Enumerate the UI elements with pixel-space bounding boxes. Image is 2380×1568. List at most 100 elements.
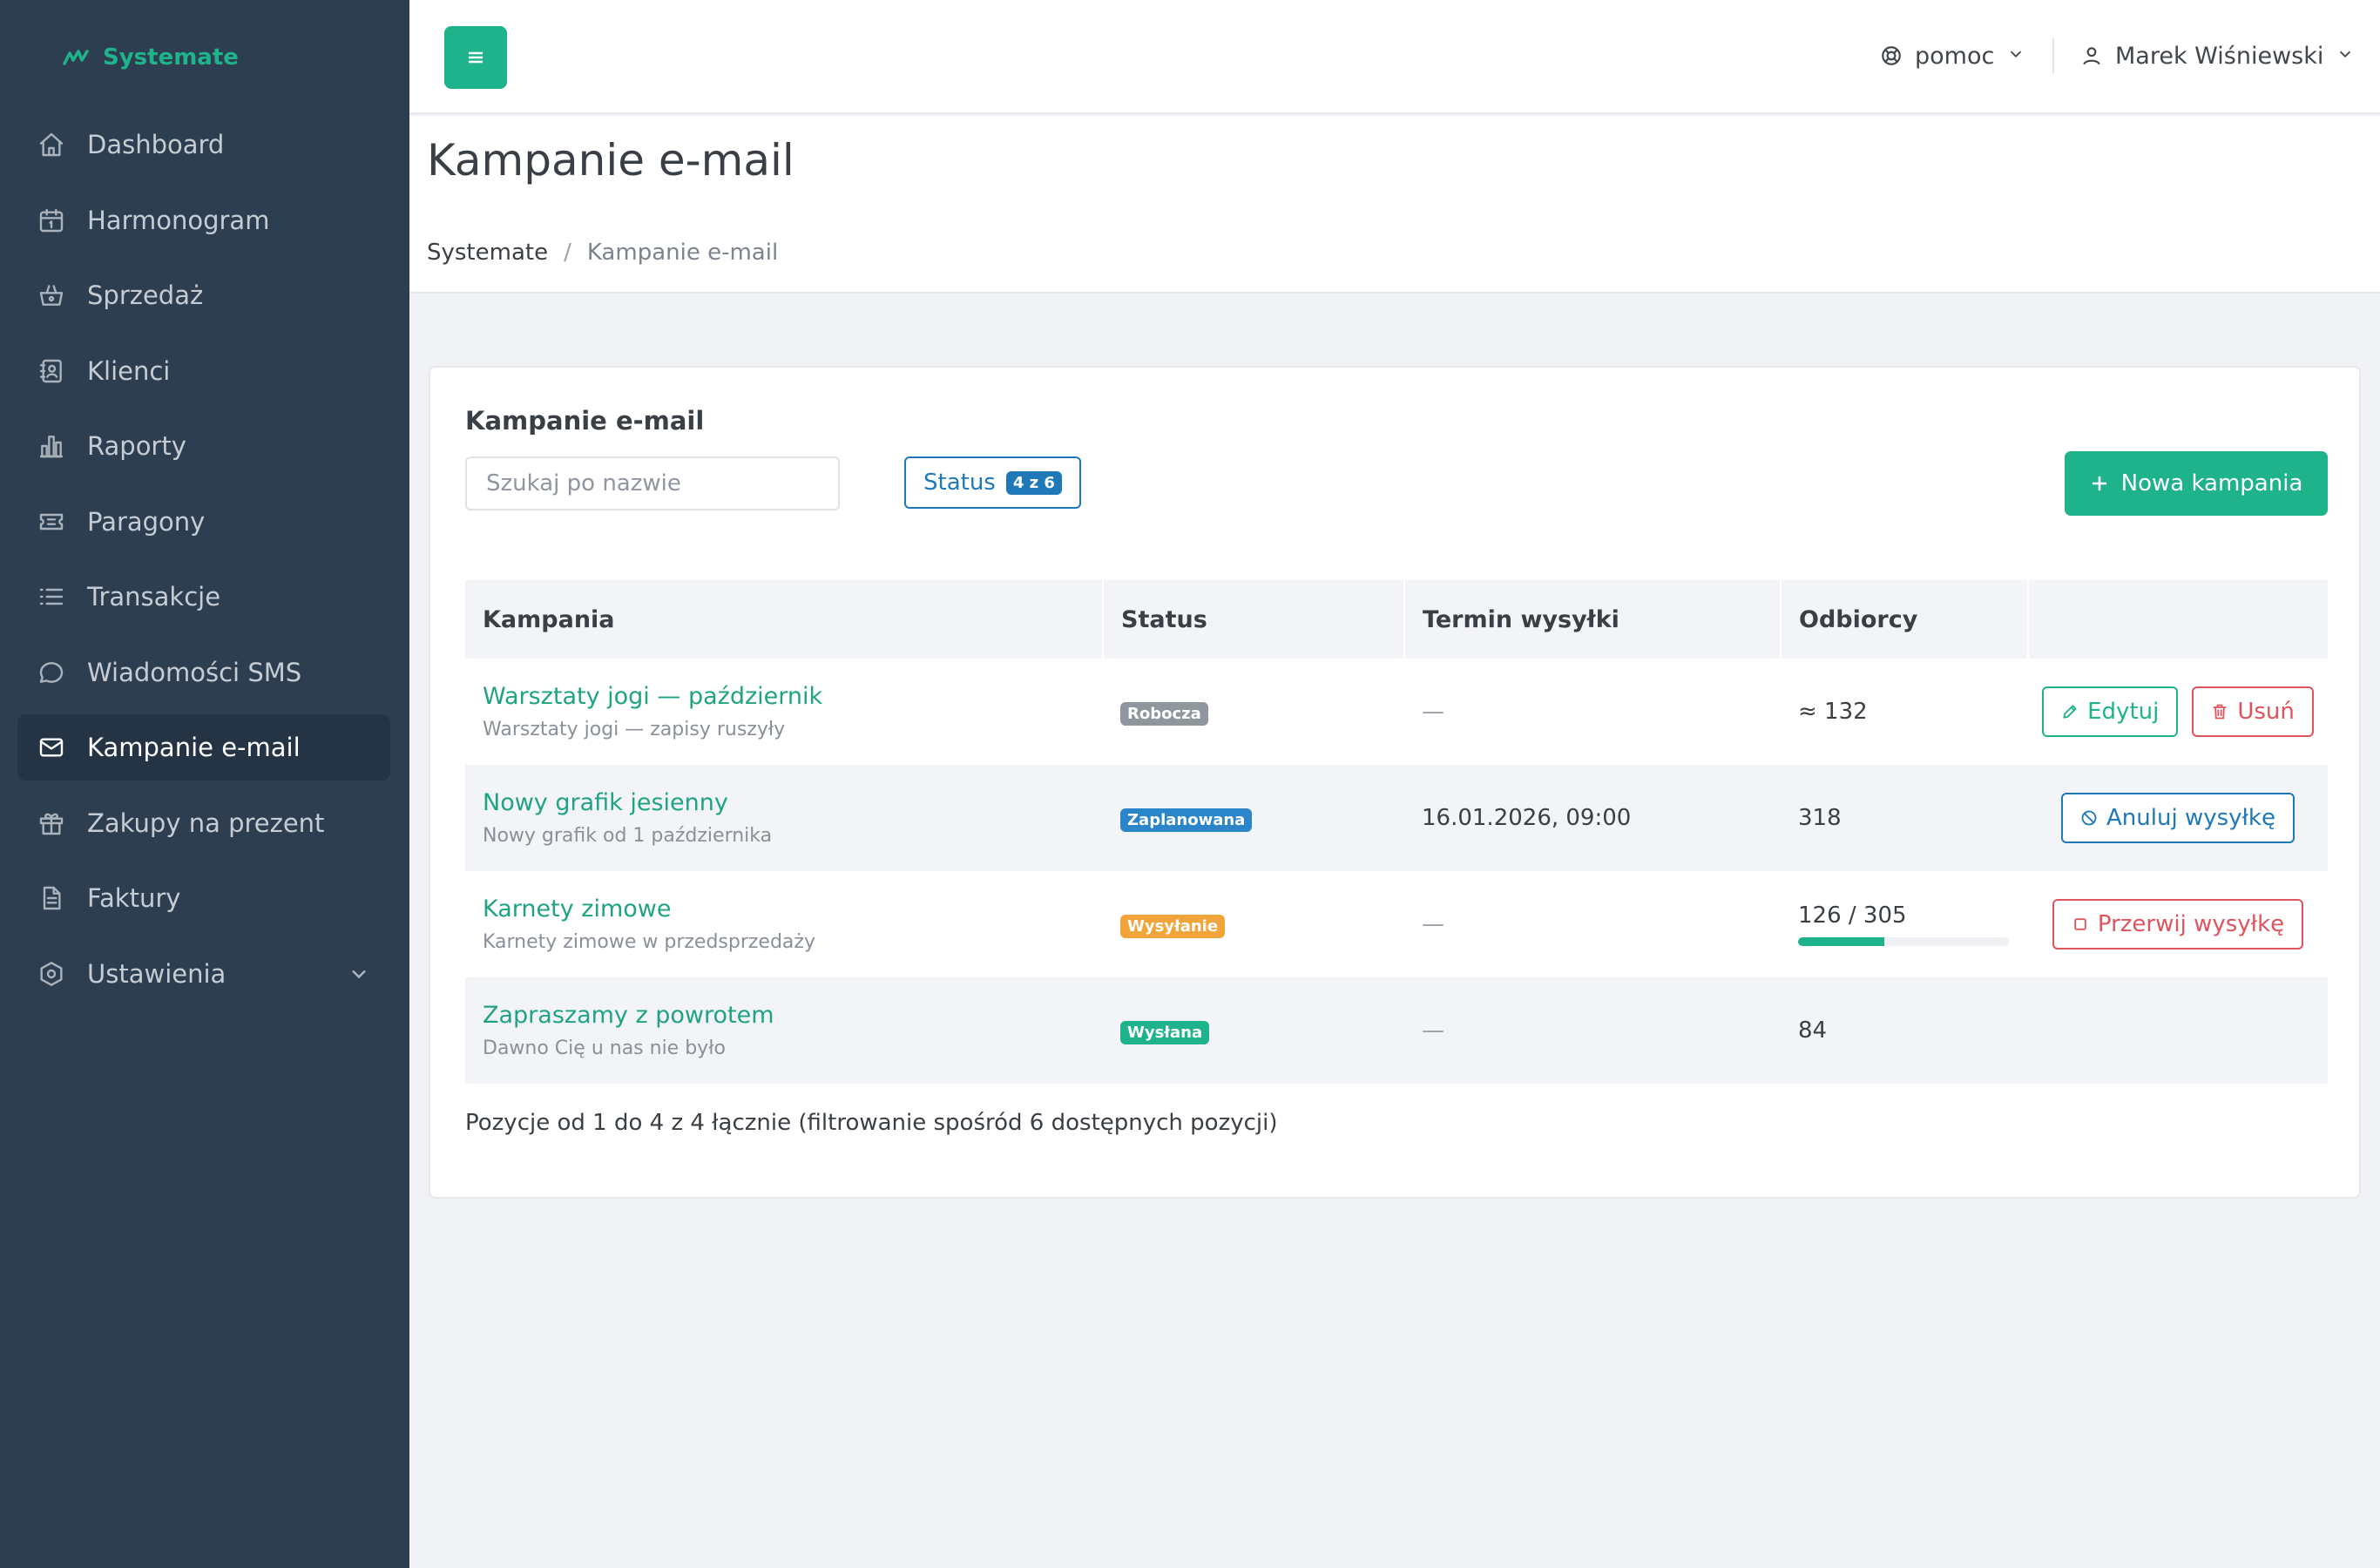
document-icon — [37, 883, 66, 913]
sidebar-item-paragony[interactable]: Paragony — [17, 489, 390, 555]
delete-button-label: Usuń — [2237, 699, 2295, 725]
search-input[interactable] — [465, 456, 840, 510]
campaign-cell: Karnety zimowe Karnety zimowe w przedspr… — [465, 871, 1103, 977]
column-header-campaign[interactable]: Kampania — [465, 580, 1103, 659]
help-label: pomoc — [1915, 42, 1995, 70]
sidebar-item-sprzedaz[interactable]: Sprzedaż — [17, 262, 390, 328]
column-header-actions — [2027, 580, 2328, 659]
send-date-cell: 16.01.2026, 09:00 — [1404, 765, 1781, 871]
campaign-subtitle: Warsztaty jogi — zapisy ruszyły — [483, 719, 786, 740]
status-cell: Robocza — [1103, 659, 1404, 765]
sidebar-item-label: Wiadomości SMS — [87, 657, 302, 687]
trash-icon — [2213, 704, 2227, 720]
campaign-name-link[interactable]: Nowy grafik jesienny — [483, 789, 1103, 816]
column-header-status[interactable]: Status — [1102, 580, 1404, 659]
brand-logo[interactable]: Systemate — [63, 42, 239, 73]
ticket-icon — [37, 507, 66, 537]
table-header-row: Kampania Status Termin wysyłki Odbiorcy — [465, 580, 2328, 659]
campaigns-table: Kampania Status Termin wysyłki Odbiorcy … — [465, 580, 2328, 1084]
status-cell: Wysyłanie — [1103, 871, 1404, 977]
sidebar-item-label: Klienci — [87, 355, 171, 386]
contacts-icon — [37, 356, 66, 386]
delete-button[interactable]: Usuń — [2192, 686, 2314, 737]
sidebar-item-sms[interactable]: Wiadomości SMS — [17, 639, 390, 706]
pencil-icon — [2063, 705, 2077, 719]
campaign-subtitle: Nowy grafik od 1 października — [483, 825, 773, 847]
table-row: Nowy grafik jesienny Nowy grafik od 1 pa… — [465, 765, 2328, 871]
sidebar-item-email-campaigns[interactable]: Kampanie e-mail — [17, 714, 390, 781]
sidebar-item-gift-purchases[interactable]: Zakupy na prezent — [17, 790, 390, 856]
status-filter-button[interactable]: Status 4 z 6 — [904, 456, 1081, 509]
sidebar-item-harmonogram[interactable]: Harmonogram — [17, 187, 390, 253]
chevron-down-icon — [2336, 43, 2355, 70]
gift-icon — [37, 808, 66, 838]
status-filter-count: 4 z 6 — [1005, 470, 1062, 495]
recipients-cell: 126 / 305 — [1781, 871, 2028, 977]
campaigns-card: Kampanie e-mail Status 4 z 6 Nowa kampan… — [429, 366, 2361, 1199]
status-badge: Zaplanowana — [1120, 808, 1253, 832]
campaign-name-link[interactable]: Warsztaty jogi — październik — [483, 683, 1103, 710]
topbar-divider — [2052, 38, 2054, 73]
sidebar-item-label: Faktury — [87, 883, 181, 913]
status-badge: Wysłana — [1120, 1020, 1210, 1044]
chat-icon — [37, 658, 66, 687]
edit-button[interactable]: Edytuj — [2042, 686, 2179, 737]
campaign-cell: Zapraszamy z powrotem Dawno Cię u nas ni… — [465, 977, 1103, 1084]
help-menu[interactable]: pomoc — [1880, 37, 2025, 75]
edit-button-label: Edytuj — [2087, 699, 2160, 725]
settings-icon — [37, 959, 66, 989]
campaign-name-link[interactable]: Karnety zimowe — [483, 896, 1103, 923]
card-title: Kampanie e-mail — [465, 406, 705, 436]
brand-name: Systemate — [103, 44, 239, 71]
table-row: Warsztaty jogi — październik Warsztaty j… — [465, 659, 2328, 765]
new-campaign-button[interactable]: Nowa kampania — [2065, 451, 2328, 516]
column-header-recipients[interactable]: Odbiorcy — [1780, 580, 2028, 659]
recipients-cell: 318 — [1781, 765, 2028, 871]
breadcrumb-separator: / — [564, 240, 571, 266]
lifebuoy-icon — [1882, 46, 1901, 65]
calendar-icon — [37, 206, 66, 235]
sidebar-item-label: Transakcje — [87, 582, 221, 612]
stop-send-label: Przerwij wysyłkę — [2097, 911, 2285, 937]
sidebar-item-label: Kampanie e-mail — [87, 733, 301, 762]
cancel-send-button[interactable]: Anuluj wysyłkę — [2061, 793, 2295, 843]
cancel-send-label: Anuluj wysyłkę — [2106, 805, 2275, 831]
actions-cell: Edytuj Usuń — [2028, 659, 2328, 765]
stop-icon — [2074, 918, 2086, 930]
stop-send-button[interactable]: Przerwij wysyłkę — [2052, 899, 2304, 950]
table-info: Pozycje od 1 do 4 z 4 łącznie (filtrowan… — [465, 1110, 1278, 1136]
column-header-send-date[interactable]: Termin wysyłki — [1403, 580, 1781, 659]
campaign-cell: Warsztaty jogi — październik Warsztaty j… — [465, 659, 1103, 765]
sidebar-item-invoices[interactable]: Faktury — [17, 865, 390, 931]
send-date-cell: — — [1422, 911, 1444, 937]
bar-chart-icon — [37, 431, 66, 461]
sidebar-item-klienci[interactable]: Klienci — [17, 338, 390, 404]
user-icon — [2083, 47, 2100, 65]
user-menu[interactable]: Marek Wiśniewski — [2080, 37, 2355, 75]
sidebar-item-label: Harmonogram — [87, 205, 270, 235]
sidebar-item-settings[interactable]: Ustawienia — [17, 941, 390, 1007]
sidebar-item-dashboard[interactable]: Dashboard — [17, 112, 390, 178]
status-cell: Wysłana — [1103, 977, 1404, 1084]
sidebar-item-label: Zakupy na prezent — [87, 808, 325, 838]
campaign-name-link[interactable]: Zapraszamy z powrotem — [483, 1002, 1103, 1029]
sidebar-item-transakcje[interactable]: Transakcje — [17, 564, 390, 630]
plus-icon — [2092, 476, 2106, 490]
actions-cell: Przerwij wysyłkę — [2028, 871, 2328, 977]
breadcrumb: Systemate / Kampanie e-mail — [427, 240, 778, 266]
ban-icon — [2081, 810, 2097, 826]
recipients-progress-text: 126 / 305 — [1798, 902, 1907, 929]
sidebar-item-raporty[interactable]: Raporty — [17, 413, 390, 479]
actions-cell — [2028, 977, 2328, 1084]
hamburger-icon — [469, 51, 483, 64]
chevron-down-icon — [2006, 43, 2025, 70]
menu-toggle-button[interactable] — [444, 26, 507, 89]
actions-cell: Anuluj wysyłkę — [2028, 765, 2328, 871]
status-cell: Zaplanowana — [1103, 765, 1404, 871]
send-progress-bar — [1798, 937, 2009, 946]
chevron-down-icon[interactable] — [347, 962, 371, 986]
status-badge: Robocza — [1120, 701, 1208, 726]
breadcrumb-root[interactable]: Systemate — [427, 240, 548, 266]
page-header: Kampanie e-mail Systemate / Kampanie e-m… — [409, 116, 2380, 294]
home-icon — [37, 130, 66, 159]
